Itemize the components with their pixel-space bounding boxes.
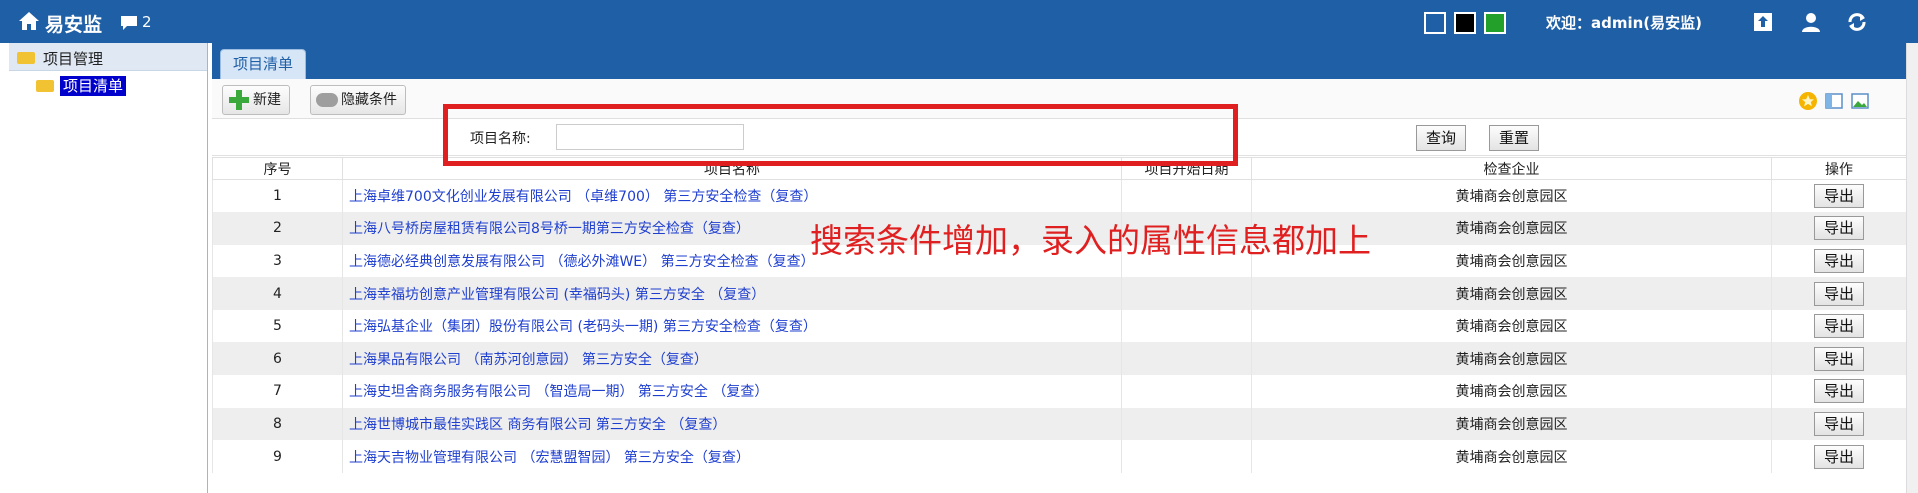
row-number: 5 (212, 309, 343, 343)
message-icon[interactable] (119, 14, 139, 32)
action-cell: 导出 (1771, 375, 1907, 408)
company-cell: 黄埔商会创意园区 (1251, 179, 1772, 213)
theme-swatch-black[interactable] (1454, 12, 1476, 34)
company-cell: 黄埔商会创意园区 (1251, 277, 1772, 310)
company-cell: 黄埔商会创意园区 (1251, 309, 1772, 343)
star-icon[interactable] (1798, 91, 1818, 111)
action-cell: 导出 (1771, 407, 1907, 441)
project-name-link[interactable]: 上海弘基企业（集团）股份有限公司 (老码头一期) 第三方安全检查（复查） (342, 309, 1122, 343)
export-button[interactable]: 导出 (1814, 248, 1864, 273)
new-button-label: 新建 (253, 92, 281, 108)
action-cell: 导出 (1771, 277, 1907, 310)
column-header-action: 操作 (1771, 157, 1907, 180)
row-number: 2 (212, 212, 343, 245)
export-button[interactable]: 导出 (1814, 444, 1864, 469)
table-row[interactable]: 8 上海世博城市最佳实践区 商务有限公司 第三方安全 （复查） 黄埔商会创意园区… (212, 407, 1907, 441)
company-cell: 黄埔商会创意园区 (1251, 407, 1772, 441)
export-button[interactable]: 导出 (1814, 346, 1864, 371)
table-row[interactable]: 1 上海卓维700文化创业发展有限公司 （卓维700） 第三方安全检查（复查） … (212, 179, 1907, 213)
tab-strip: 项目清单 (212, 43, 1906, 79)
start-date-cell (1121, 440, 1252, 473)
table-row[interactable]: 7 上海史坦舍商务服务有限公司 （智造局一期） 第三方安全 （复查） 黄埔商会创… (212, 375, 1907, 408)
start-date-cell (1121, 375, 1252, 408)
row-number: 1 (212, 179, 343, 213)
card-icon (17, 52, 35, 64)
annotation-highlight-box (443, 104, 1238, 166)
start-date-cell (1121, 407, 1252, 441)
export-button[interactable]: 导出 (1814, 314, 1864, 339)
welcome-text: 欢迎：admin(易安监) (1546, 14, 1703, 32)
annotation-note: 搜索条件增加，录入的属性信息都加上 (810, 221, 1371, 260)
hide-conditions-label: 隐藏条件 (341, 92, 397, 108)
project-name-link[interactable]: 上海幸福坊创意产业管理有限公司 (幸福码头) 第三方安全 （复查） (342, 277, 1122, 310)
table-row[interactable]: 4 上海幸福坊创意产业管理有限公司 (幸福码头) 第三方安全 （复查） 黄埔商会… (212, 277, 1907, 310)
theme-swatch-blue[interactable] (1424, 12, 1446, 34)
sidebar-group-project-management[interactable]: 项目管理 (9, 43, 207, 71)
start-date-cell (1121, 309, 1252, 343)
table-row[interactable]: 6 上海果品有限公司 （南苏河创意园） 第三方安全（复查） 黄埔商会创意园区 导… (212, 342, 1907, 376)
row-number: 9 (212, 440, 343, 473)
theme-swatch-green[interactable] (1484, 12, 1506, 34)
export-button[interactable]: 导出 (1814, 216, 1864, 241)
image-icon[interactable] (1850, 91, 1870, 111)
home-icon[interactable] (18, 11, 40, 31)
project-table: 序号 项目名称 项目开始日期 检查企业 操作 1 上海卓维700文化创业发展有限… (212, 157, 1907, 473)
brand-title[interactable]: 易安监 (45, 10, 102, 37)
export-button[interactable]: 导出 (1814, 281, 1864, 306)
table-row[interactable]: 9 上海天吉物业管理有限公司 （宏慧盟智园） 第三方安全（复查） 黄埔商会创意园… (212, 440, 1907, 473)
company-cell: 黄埔商会创意园区 (1251, 342, 1772, 376)
project-name-link[interactable]: 上海世博城市最佳实践区 商务有限公司 第三方安全 （复查） (342, 407, 1122, 441)
message-count: 2 (142, 13, 152, 31)
project-name-link[interactable]: 上海史坦舍商务服务有限公司 （智造局一期） 第三方安全 （复查） (342, 375, 1122, 408)
start-date-cell (1121, 179, 1252, 213)
upload-icon[interactable] (1752, 11, 1774, 33)
row-number: 3 (212, 244, 343, 278)
action-cell: 导出 (1771, 342, 1907, 376)
action-cell: 导出 (1771, 440, 1907, 473)
tab-project-list[interactable]: 项目清单 (220, 49, 306, 79)
row-number: 8 (212, 407, 343, 441)
user-icon[interactable] (1800, 11, 1822, 33)
export-button[interactable]: 导出 (1814, 379, 1864, 404)
plus-icon (229, 90, 249, 110)
row-number: 6 (212, 342, 343, 376)
row-number: 7 (212, 375, 343, 408)
start-date-cell (1121, 277, 1252, 310)
start-date-cell (1121, 342, 1252, 376)
action-cell: 导出 (1771, 179, 1907, 213)
action-cell: 导出 (1771, 244, 1907, 278)
export-button[interactable]: 导出 (1814, 184, 1864, 209)
layout-icon[interactable] (1824, 91, 1844, 111)
sidebar-group-label: 项目管理 (43, 50, 104, 68)
reset-button[interactable]: 重置 (1489, 125, 1539, 151)
project-name-link[interactable]: 上海天吉物业管理有限公司 （宏慧盟智园） 第三方安全（复查） (342, 440, 1122, 473)
vertical-scrollbar[interactable] (1906, 43, 1918, 493)
refresh-icon[interactable] (1846, 11, 1868, 33)
column-header-no[interactable]: 序号 (212, 157, 343, 180)
new-button[interactable]: 新建 (222, 85, 290, 115)
action-cell: 导出 (1771, 309, 1907, 343)
sidebar: 项目管理 项目清单 (4, 43, 208, 493)
hide-conditions-button[interactable]: 隐藏条件 (310, 85, 406, 115)
eye-off-icon (316, 93, 338, 107)
card-icon (36, 80, 54, 92)
top-bar: 易安监 2 欢迎：admin(易安监) (0, 0, 1918, 43)
row-number: 4 (212, 277, 343, 310)
company-cell: 黄埔商会创意园区 (1251, 440, 1772, 473)
table-row[interactable]: 5 上海弘基企业（集团）股份有限公司 (老码头一期) 第三方安全检查（复查） 黄… (212, 309, 1907, 343)
project-name-link[interactable]: 上海卓维700文化创业发展有限公司 （卓维700） 第三方安全检查（复查） (342, 179, 1122, 213)
project-name-link[interactable]: 上海果品有限公司 （南苏河创意园） 第三方安全（复查） (342, 342, 1122, 376)
action-cell: 导出 (1771, 212, 1907, 245)
column-header-company[interactable]: 检查企业 (1251, 157, 1772, 180)
sidebar-item-label: 项目清单 (60, 76, 127, 96)
export-button[interactable]: 导出 (1814, 411, 1864, 436)
query-button[interactable]: 查询 (1416, 125, 1466, 151)
company-cell: 黄埔商会创意园区 (1251, 375, 1772, 408)
